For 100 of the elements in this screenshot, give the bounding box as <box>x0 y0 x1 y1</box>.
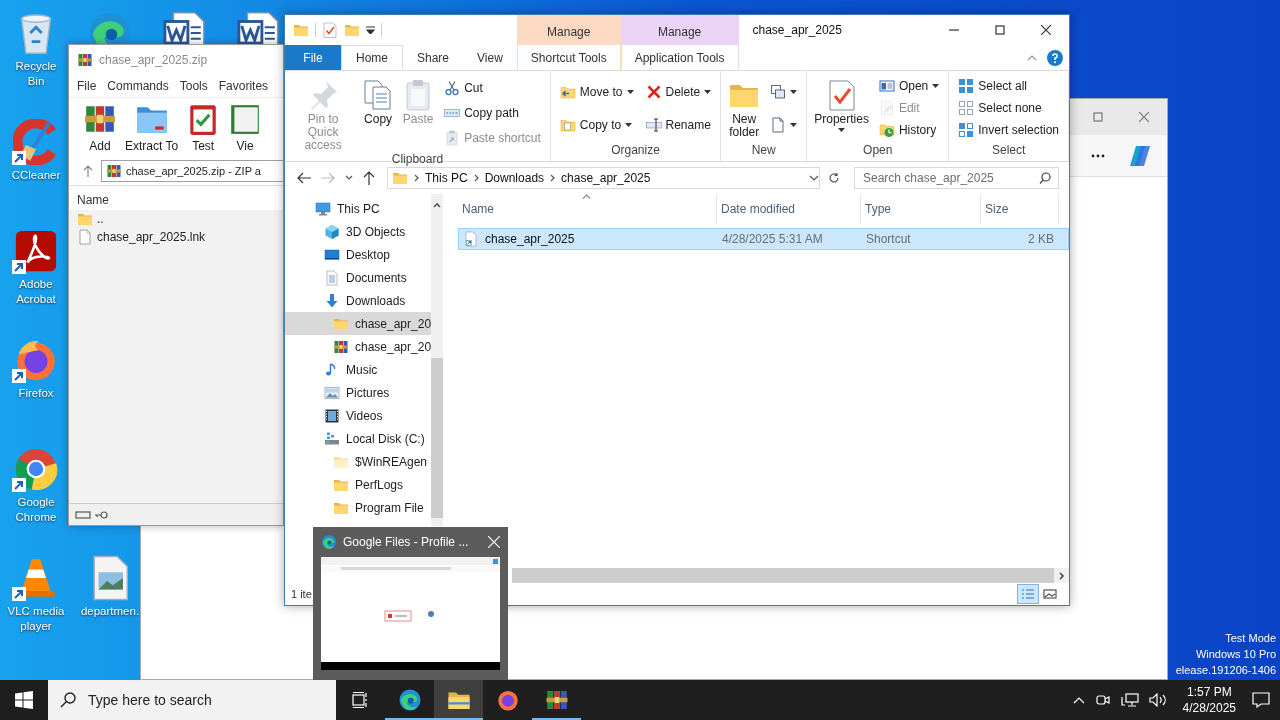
shortcut-arrow-icon <box>12 260 26 274</box>
ribbon-tab[interactable]: File <box>285 45 341 70</box>
caret-icon <box>932 84 940 88</box>
edge-icon <box>397 688 422 712</box>
address-field[interactable]: chase_apr_2025.zip - ZIP a <box>101 160 283 182</box>
column-header[interactable]: Type <box>861 194 981 224</box>
ribbon-button[interactable]: Select all <box>955 75 1062 97</box>
taskbar-app[interactable] <box>434 680 483 720</box>
windows-stack-icon <box>770 83 787 100</box>
ribbon-button[interactable]: Rename <box>642 113 715 136</box>
drive-icon <box>324 430 340 447</box>
nav-item[interactable]: $WinREAgen <box>285 450 432 473</box>
search-field[interactable]: Search chase_apr_2025 <box>854 167 1059 189</box>
shortcut-file-icon <box>463 231 479 247</box>
edit-icon <box>878 100 895 116</box>
nav-item[interactable]: Program File <box>285 496 432 519</box>
clock-date[interactable]: 4/28/2025 <box>1182 700 1236 716</box>
taskbar-search-field[interactable]: Type here to search <box>48 680 336 720</box>
scrollbar[interactable] <box>431 194 444 526</box>
menu-item[interactable]: Favorites <box>218 79 269 93</box>
nav-item[interactable]: Downloads <box>285 289 432 312</box>
file-row[interactable]: chase_apr_2025.lnk <box>69 228 283 246</box>
ribbon-button[interactable]: Move to <box>556 80 637 103</box>
menu-item[interactable]: Commands <box>107 79 169 93</box>
menu-item[interactable]: Tools <box>179 79 208 93</box>
ribbon-button[interactable]: Copy to <box>556 113 637 136</box>
archive-icon <box>106 163 122 179</box>
breadcrumb[interactable]: Downloads <box>484 171 545 185</box>
os-notice-text: Test Mode <box>1225 631 1276 646</box>
monitor-icon <box>315 200 331 217</box>
os-notice-text: elease.191206-1406 <box>1175 663 1276 678</box>
address-bar[interactable]: This PC Downloads chase_apr_2025 <box>387 167 820 189</box>
nav-item[interactable]: Desktop <box>285 243 432 266</box>
file-row[interactable]: .. <box>69 210 283 228</box>
down-arrow-icon <box>324 292 340 309</box>
ribbon-button[interactable]: Copy path <box>441 101 544 124</box>
group-label: New <box>750 143 777 159</box>
up-arrow-icon <box>363 171 375 185</box>
breadcrumb[interactable]: This PC <box>425 171 468 185</box>
ribbon-button[interactable]: Invert selection <box>955 119 1062 141</box>
ribbon-tab[interactable]: Application Tools <box>620 45 739 70</box>
clock-icon <box>878 122 895 138</box>
help-icon <box>1047 49 1063 66</box>
refresh-button[interactable] <box>826 170 842 186</box>
chevron-right-icon <box>414 174 419 182</box>
nav-item[interactable]: Pictures <box>285 381 432 404</box>
column-header[interactable]: Date modified <box>717 194 861 224</box>
nav-item[interactable]: Videos <box>285 404 432 427</box>
toolbar-button[interactable]: Add <box>83 102 117 153</box>
nav-item[interactable]: Music <box>285 358 432 381</box>
nav-item[interactable]: This PC <box>285 197 432 220</box>
ribbon-button[interactable]: Cut <box>441 76 544 99</box>
scissors-icon <box>444 79 461 96</box>
nav-item[interactable]: 3D Objects <box>285 220 432 243</box>
clock-time[interactable]: 1:57 PM <box>1186 684 1232 700</box>
group-label: Clipboard <box>390 152 445 166</box>
toolbar-button[interactable]: Vie <box>228 102 263 153</box>
preview-title: Google Files - Profile ... <box>343 535 470 549</box>
search-icon <box>60 692 76 708</box>
document-icon <box>324 269 340 286</box>
back-button[interactable] <box>295 170 313 186</box>
ribbon-button[interactable]: Open <box>875 75 943 97</box>
ribbon-tab[interactable]: Home <box>341 45 403 70</box>
breadcrumb[interactable]: chase_apr_2025 <box>561 171 651 185</box>
group-label: Organize <box>610 143 661 159</box>
column-header[interactable]: Name <box>77 193 109 207</box>
ribbon-button[interactable]: History <box>875 119 943 141</box>
thumbnail-view-icon <box>1043 588 1057 600</box>
caret-icon <box>625 122 633 127</box>
ribbon-button[interactable]: Select none <box>955 97 1062 119</box>
thumbnail-preview[interactable]: Google Files - Profile ... <box>313 527 508 680</box>
file-row[interactable]: chase_apr_2025 4/28/2025 5:31 AM Shortcut 2 KB <box>458 228 1069 250</box>
nav-item[interactable]: chase_apr_20 <box>285 335 432 358</box>
refresh-icon <box>828 172 840 184</box>
ribbon-button[interactable]: New folder <box>725 73 764 143</box>
ribbon-button[interactable]: Delete <box>642 80 715 103</box>
folder-icon <box>77 211 93 227</box>
nav-item[interactable]: PerfLogs <box>285 473 432 496</box>
scrollbar[interactable] <box>512 568 1069 583</box>
up-button[interactable] <box>361 169 377 187</box>
edge-icon <box>321 534 337 550</box>
chevron-up-icon <box>1072 696 1085 704</box>
toolbar-button[interactable]: Test <box>186 102 221 153</box>
chevron-down-icon <box>345 175 353 181</box>
nav-item[interactable]: chase_apr_20 <box>285 312 432 335</box>
ribbon-tab[interactable]: Shortcut Tools <box>516 45 621 70</box>
mixed-squares-icon <box>958 122 975 138</box>
caret-icon <box>704 89 712 94</box>
toolbar-button[interactable]: Extract To <box>125 102 179 153</box>
key-icon <box>94 509 108 520</box>
caret-icon <box>790 89 798 94</box>
column-header[interactable]: Size <box>981 194 1059 224</box>
menu-item[interactable]: File <box>77 79 97 93</box>
nav-item[interactable]: Local Disk (C:) <box>285 427 432 450</box>
nav-item[interactable]: Documents <box>285 266 432 289</box>
ribbon-button[interactable]: Properties <box>811 73 872 143</box>
column-header[interactable]: Name <box>458 194 717 224</box>
more-icon <box>1091 153 1105 158</box>
ribbon-button[interactable]: Copy <box>359 73 398 152</box>
details-view-icon <box>1021 588 1035 600</box>
